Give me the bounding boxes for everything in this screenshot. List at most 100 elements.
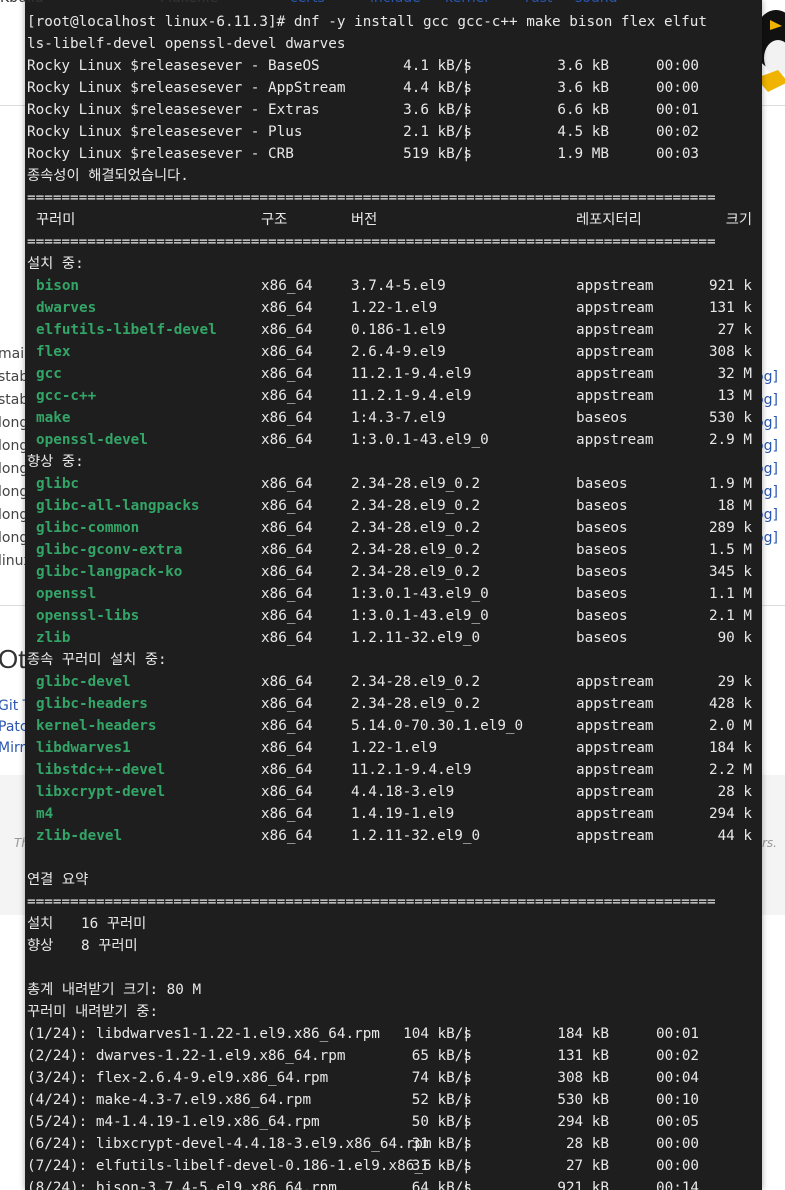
download-size: 294 kB [557,1114,609,1130]
package-version: 0.186-1.el9 [351,322,446,338]
summary-label: 설치 [27,916,54,932]
header-size: 크기 [725,212,752,228]
repo-time: 00:01 [656,102,700,118]
download-time: 00:14 [656,1180,700,1190]
package-version: 3.7.4-5.el9 [351,278,446,294]
repo-separator: | [462,124,471,140]
package-name: openssl-devel [36,432,148,448]
download-file: (5/24): m4-1.4.19-1.el9.x86_64.rpm [27,1114,320,1130]
repo-time: 00:00 [656,80,700,96]
package-size: 428 k [708,696,752,712]
separator-line: ========================================… [27,231,752,253]
package-version: 1.22-1.el9 [351,300,438,316]
package-row: openssl x86_64 1:3.0.1-43.el9_0 baseos 1.1 M [27,583,752,605]
download-progress-line: (7/24): elfutils-libelf-devel-0.186-1.el… [27,1155,752,1177]
repo-size: 6.6 kB [557,102,609,118]
package-name: glibc [36,476,80,492]
background-file-entry[interactable]: kernel [445,0,488,6]
package-size: 289 k [708,520,752,536]
footer-right-text: rs. [762,836,777,850]
background-file-entry[interactable]: certs [290,0,325,6]
repo-time: 00:00 [656,58,700,74]
download-progress-line: (1/24): libdwarves1-1.22-1.el9.x86_64.rp… [27,1023,752,1045]
download-file: (8/24): bison-3.7.4-5.el9.x86_64.rpm [27,1180,337,1190]
download-separator: | [462,1114,471,1130]
package-repo: baseos [576,520,628,536]
package-version: 11.2.1-9.4.el9 [351,762,472,778]
package-arch: x86_64 [261,630,313,646]
section-title: 설치 중: [27,256,84,272]
repo-size: 3.6 kB [557,80,609,96]
repo-time: 00:03 [656,146,700,162]
download-file: (6/24): libxcrypt-devel-4.4.18-3.el9.x86… [27,1136,432,1152]
package-arch: x86_64 [261,586,313,602]
package-name: kernel-headers [36,718,157,734]
repo-name: Rocky Linux $releasesever - Plus [27,124,303,140]
package-name: glibc-all-langpacks [36,498,200,514]
package-repo: appstream [576,674,654,690]
background-left-label: long [0,484,29,500]
table-header-line: 꾸러미 구조 버전 레포지터리 크기 [27,209,752,231]
repo-separator: | [462,102,471,118]
package-name: openssl [36,586,97,602]
background-file-entry[interactable]: rust [525,0,552,6]
terminal-window[interactable]: [root@localhost linux-6.11.3]# dnf -y in… [25,0,762,1190]
deps-resolved-line: 종속성이 해결되었습니다. [27,165,752,187]
package-name: gcc [36,366,62,382]
download-size: 28 kB [565,1136,609,1152]
package-version: 2.6.4-9.el9 [351,344,446,360]
package-arch: x86_64 [261,542,313,558]
package-row: glibc-devel x86_64 2.34-28.el9_0.2 appstrea… [27,671,752,693]
command-text: ls-libelf-devel openssl-devel dwarves [27,36,346,52]
deps-resolved-text: 종속성이 해결되었습니다. [27,168,189,184]
repo-time: 00:02 [656,124,700,140]
package-row: glibc x86_64 2.34-28.el9_0.2 baseos 1.9 M [27,473,752,495]
terminal-output: [root@localhost linux-6.11.3]# dnf -y in… [27,0,752,1190]
separator: ========================================… [27,894,716,910]
repo-separator: | [462,80,471,96]
terminal-prompt-continuation: ls-libelf-devel openssl-devel dwarves [27,33,752,55]
package-repo: baseos [576,630,628,646]
package-size: 345 k [708,564,752,580]
download-progress-line: (6/24): libxcrypt-devel-4.4.18-3.el9.x86… [27,1133,752,1155]
package-size: 90 k [717,630,752,646]
package-arch: x86_64 [261,674,313,690]
repo-metadata-line: Rocky Linux $releasesever - BaseOS 4.1 kB… [27,55,752,77]
download-time: 00:00 [656,1136,700,1152]
package-version: 5.14.0-70.30.1.el9_0 [351,718,524,734]
package-version: 2.34-28.el9_0.2 [351,564,481,580]
background-file-entry: Kbuild [0,0,44,6]
package-row: openssl-devel x86_64 1:3.0.1-43.el9_0 appst… [27,429,752,451]
package-repo: appstream [576,762,654,778]
download-file: (1/24): libdwarves1-1.22-1.el9.x86_64.rp… [27,1026,380,1042]
other-link[interactable]: Patc [0,719,28,735]
package-repo: appstream [576,828,654,844]
package-repo: appstream [576,740,654,756]
background-left-label: stab [0,392,29,408]
download-size: 27 kB [565,1158,609,1174]
package-arch: x86_64 [261,718,313,734]
separator-line: ========================================… [27,187,752,209]
package-repo: appstream [576,784,654,800]
package-row: make x86_64 1:4.3-7.el9 baseos 530 k [27,407,752,429]
section-title: 종속 꾸러미 설치 중: [27,652,167,668]
download-file: (3/24): flex-2.6.4-9.el9.x86_64.rpm [27,1070,329,1086]
package-repo: baseos [576,498,628,514]
package-version: 2.34-28.el9_0.2 [351,476,481,492]
background-file-entry[interactable]: sound [575,0,618,6]
package-row: glibc-langpack-ko x86_64 2.34-28.el9_0.2 ba… [27,561,752,583]
header-version: 버전 [351,212,378,228]
repo-metadata-line: Rocky Linux $releasesever - AppStream 4.4… [27,77,752,99]
background-file-entry[interactable]: include [370,0,421,6]
package-arch: x86_64 [261,740,313,756]
package-row: flex x86_64 2.6.4-9.el9 appstream 308 k [27,341,752,363]
download-time: 00:10 [656,1092,700,1108]
download-time: 00:05 [656,1114,700,1130]
package-repo: baseos [576,542,628,558]
command-text: [root@localhost linux-6.11.3]# dnf -y in… [27,14,707,30]
package-version: 2.34-28.el9_0.2 [351,696,481,712]
package-repo: appstream [576,322,654,338]
package-size: 308 k [708,344,752,360]
download-progress-line: (8/24): bison-3.7.4-5.el9.x86_64.rpm 64 k… [27,1177,752,1190]
